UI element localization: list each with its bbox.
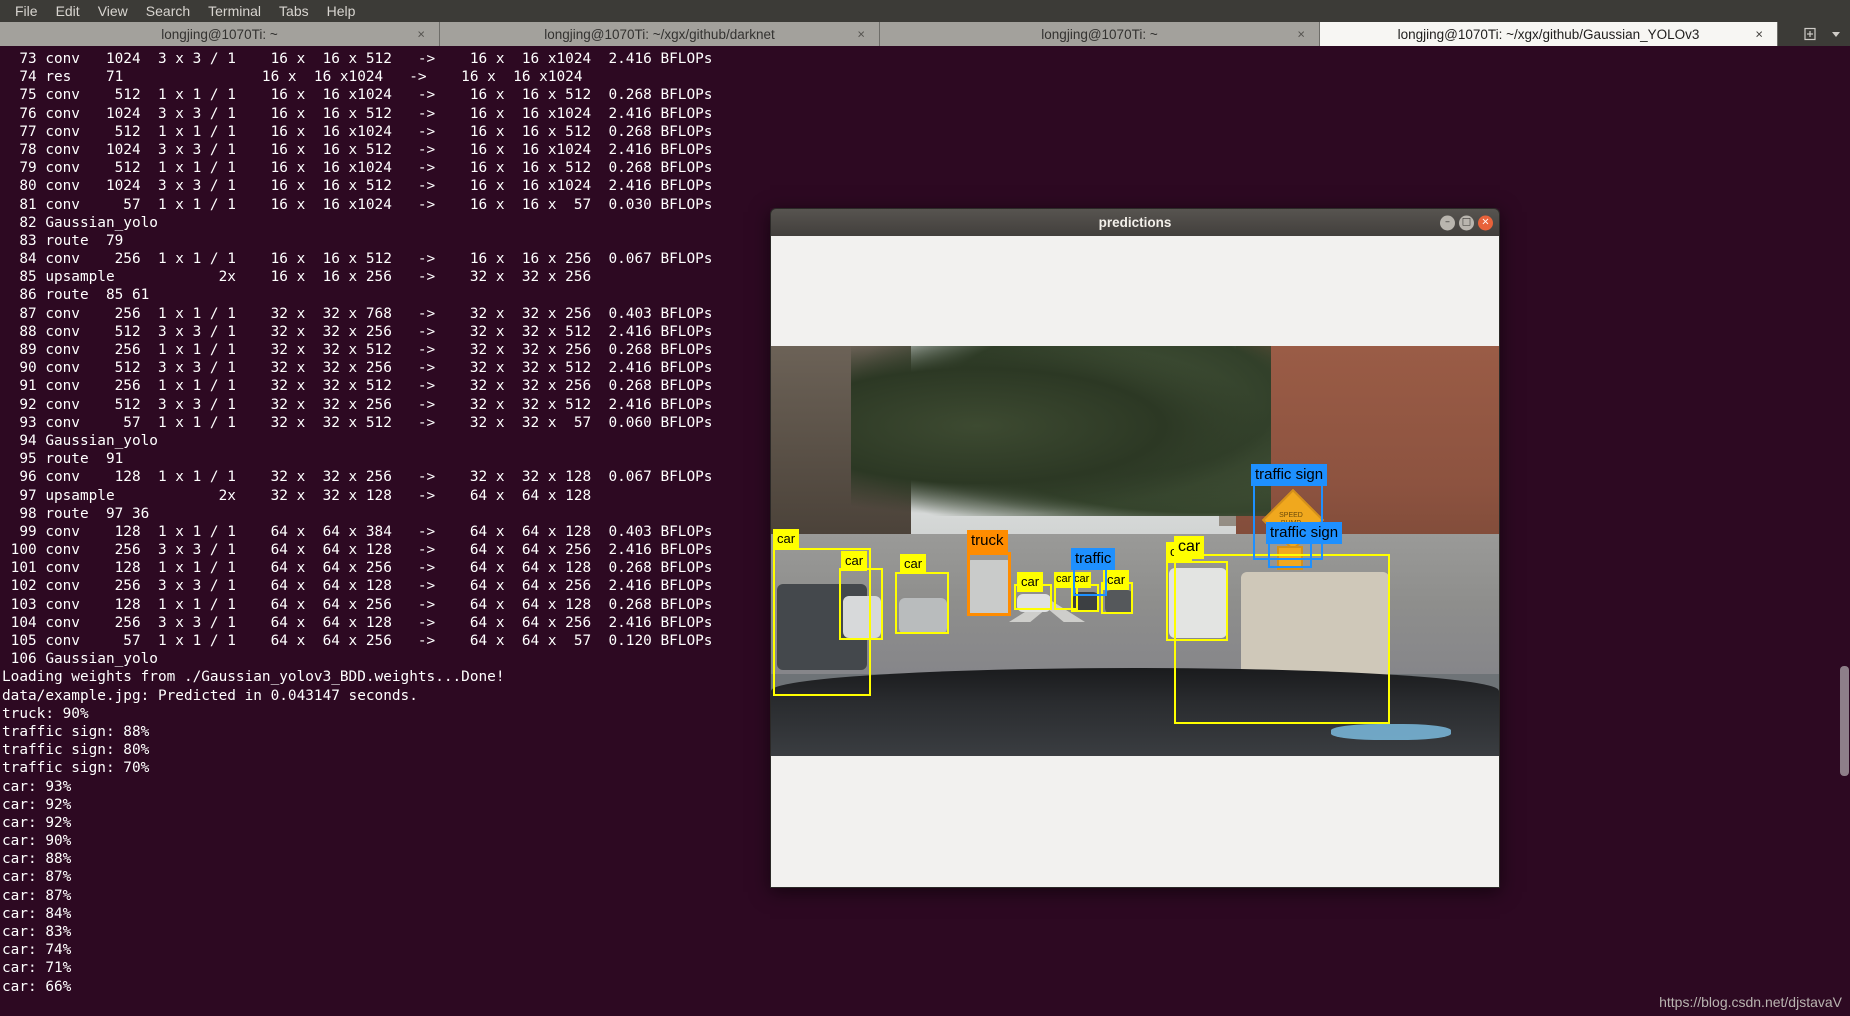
- menu-bar: File Edit View Search Terminal Tabs Help: [0, 0, 1850, 22]
- hood-reflection: [1331, 724, 1451, 740]
- tab-bar: longjing@1070Ti: ~ × longjing@1070Ti: ~/…: [0, 22, 1850, 46]
- tab-1-label: longjing@1070Ti: ~/xgx/github/darknet: [544, 26, 775, 42]
- terminal-scrollbar-thumb[interactable]: [1840, 666, 1849, 776]
- terminal-line-51: car: 66%: [2, 978, 72, 995]
- terminal-line-48: car: 83%: [2, 924, 72, 940]
- terminal-line-4: 77 conv 512 1 x 1 / 1 16 x 16 x1024 -> 1…: [2, 123, 713, 140]
- terminal-line-1: 74 res 71 16 x 16 x1024 -> 16 x 16 x1024: [2, 69, 583, 86]
- detection-label-traffic-8: traffic: [1071, 548, 1116, 570]
- detection-label-car-0: car: [773, 529, 800, 549]
- terminal-line-50: car: 71%: [2, 960, 72, 977]
- tree-canopy: [851, 346, 1271, 516]
- terminal-line-49: car: 74%: [2, 942, 72, 959]
- new-tab-icon[interactable]: [1802, 26, 1818, 42]
- tab-0-label: longjing@1070Ti: ~: [161, 26, 278, 42]
- terminal-line-46: car: 87%: [2, 887, 72, 904]
- detection-label-car-2: car: [900, 554, 927, 574]
- tab-3-close-icon[interactable]: ×: [1755, 28, 1763, 41]
- minimize-button[interactable]: –: [1440, 215, 1455, 230]
- chevron-down-icon[interactable]: [1828, 26, 1844, 42]
- detection-label-car-4: car: [1017, 572, 1044, 592]
- predictions-titlebar[interactable]: predictions – □ ×: [770, 208, 1500, 236]
- terminal-line-0: 73 conv 1024 3 x 3 / 1 16 x 16 x 512 -> …: [2, 51, 713, 67]
- tab-2-label: longjing@1070Ti: ~: [1041, 26, 1158, 42]
- detection-box-traffic-sign-12: [1268, 542, 1312, 568]
- terminal-line-3: 76 conv 1024 3 x 3 / 1 16 x 16 x 512 -> …: [2, 105, 713, 122]
- predictions-window-title: predictions: [1098, 215, 1172, 230]
- terminal-scrollbar[interactable]: [1838, 46, 1850, 1016]
- detection-box-truck-3: [967, 552, 1011, 616]
- detection-label-car-1: car: [841, 551, 868, 571]
- menu-item-help[interactable]: Help: [318, 0, 365, 22]
- tab-3[interactable]: longjing@1070Ti: ~/xgx/github/Gaussian_Y…: [1320, 22, 1778, 46]
- menu-item-file[interactable]: File: [6, 0, 47, 22]
- predictions-window[interactable]: predictions – □ × SPEED car car car truc…: [770, 208, 1500, 888]
- menu-item-view[interactable]: View: [89, 0, 137, 22]
- menu-item-search[interactable]: Search: [137, 0, 199, 22]
- window-controls: – □ ×: [1440, 215, 1493, 230]
- tab-0-close-icon[interactable]: ×: [417, 28, 425, 41]
- predictions-canvas: SPEEDBUMP carcarcartruckcarcarcarcartraf…: [770, 236, 1500, 888]
- terminal-line-47: car: 84%: [2, 905, 72, 922]
- maximize-button[interactable]: □: [1459, 215, 1474, 230]
- detection-label-truck-3: truck: [967, 530, 1008, 552]
- detection-box-car-10: [1174, 554, 1390, 724]
- close-button[interactable]: ×: [1478, 215, 1493, 230]
- tab-2-close-icon[interactable]: ×: [1297, 28, 1305, 41]
- terminal-line-6: 79 conv 512 1 x 1 / 1 16 x 16 x1024 -> 1…: [2, 160, 713, 177]
- detection-box-car-2: [895, 572, 949, 634]
- tab-1-close-icon[interactable]: ×: [857, 28, 865, 41]
- tab-2[interactable]: longjing@1070Ti: ~ ×: [880, 22, 1320, 46]
- terminal-line-7: 80 conv 1024 3 x 3 / 1 16 x 16 x 512 -> …: [2, 178, 713, 195]
- terminal-line-2: 75 conv 512 1 x 1 / 1 16 x 16 x1024 -> 1…: [2, 87, 713, 104]
- tab-0[interactable]: longjing@1070Ti: ~ ×: [0, 22, 440, 46]
- terminal-line-5: 78 conv 1024 3 x 3 / 1 16 x 16 x 512 -> …: [2, 141, 713, 158]
- tab-3-label: longjing@1070Ti: ~/xgx/github/Gaussian_Y…: [1397, 26, 1700, 42]
- tab-bar-controls: [1802, 22, 1850, 46]
- detection-label-car-10: car: [1174, 536, 1205, 559]
- menu-item-terminal[interactable]: Terminal: [199, 0, 270, 22]
- detection-box-traffic-8: [1073, 568, 1107, 596]
- watermark-text: https://blog.csdn.net/djstavaV: [1659, 994, 1842, 1010]
- screen-root: File Edit View Search Terminal Tabs Help…: [0, 0, 1850, 1016]
- menu-item-tabs[interactable]: Tabs: [270, 0, 318, 22]
- detection-label-traffic-sign-12: traffic sign: [1266, 522, 1343, 544]
- menu-item-edit[interactable]: Edit: [47, 0, 89, 22]
- detection-box-car-1: [839, 568, 883, 640]
- detection-label-traffic-sign-11: traffic sign: [1251, 464, 1328, 486]
- tab-1[interactable]: longjing@1070Ti: ~/xgx/github/darknet ×: [440, 22, 880, 46]
- prediction-image: SPEEDBUMP carcarcartruckcarcarcarcartraf…: [771, 346, 1499, 756]
